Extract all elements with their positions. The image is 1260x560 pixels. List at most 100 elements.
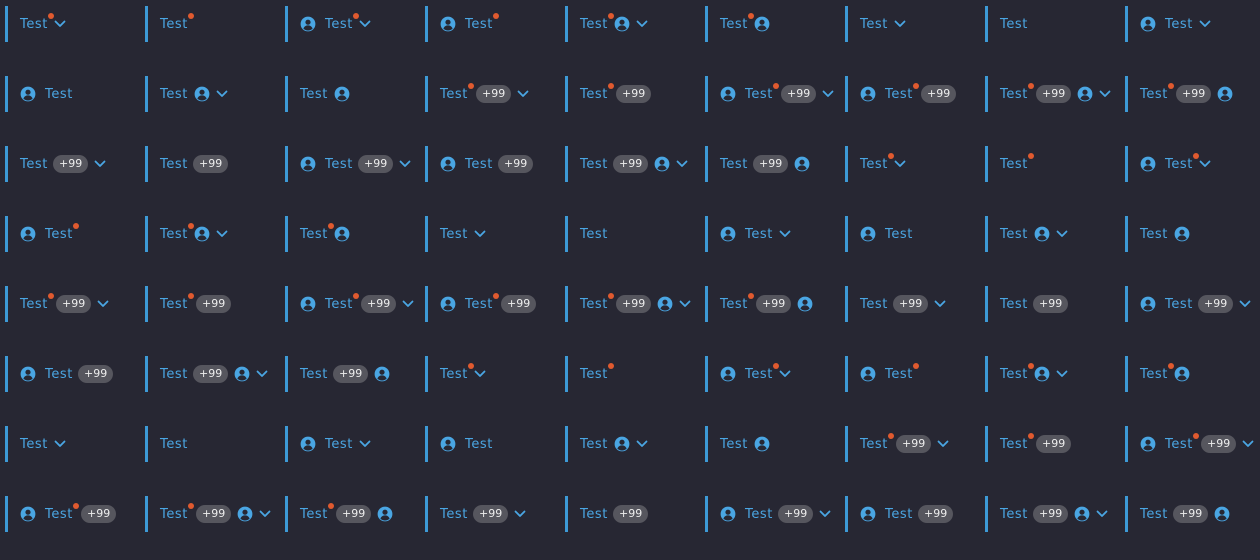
tab[interactable]: Test (1125, 146, 1211, 182)
tab[interactable]: Test (1125, 6, 1211, 42)
chevron-down-icon[interactable] (636, 20, 648, 28)
tab[interactable]: Test +99 (705, 76, 834, 112)
chevron-down-icon[interactable] (517, 90, 529, 98)
chevron-down-icon[interactable] (474, 370, 486, 378)
tab[interactable]: Test (565, 216, 608, 252)
chevron-down-icon[interactable] (779, 370, 791, 378)
chevron-down-icon[interactable] (894, 160, 906, 168)
tab[interactable]: Test +99 (1125, 286, 1251, 322)
tab[interactable]: Test +99 (985, 496, 1108, 532)
chevron-down-icon[interactable] (216, 90, 228, 98)
tab[interactable]: Test +99 (1125, 496, 1230, 532)
tab[interactable]: Test (5, 426, 66, 462)
tab[interactable]: Test (1125, 216, 1190, 252)
tab[interactable]: Test (985, 6, 1028, 42)
chevron-down-icon[interactable] (1199, 20, 1211, 28)
chevron-down-icon[interactable] (259, 510, 271, 518)
tab[interactable]: Test (5, 216, 80, 252)
tab[interactable]: Test +99 (285, 146, 411, 182)
tab[interactable]: Test +99 (705, 146, 810, 182)
chevron-down-icon[interactable] (402, 300, 414, 308)
chevron-down-icon[interactable] (216, 230, 228, 238)
tab[interactable]: Test +99 (5, 356, 114, 392)
tab[interactable]: Test +99 (705, 496, 831, 532)
chevron-down-icon[interactable] (54, 440, 66, 448)
chevron-down-icon[interactable] (937, 440, 949, 448)
tab[interactable]: Test +99 (425, 146, 534, 182)
tab[interactable]: Test (145, 216, 228, 252)
tab[interactable]: Test +99 (985, 76, 1111, 112)
chevron-down-icon[interactable] (822, 90, 834, 98)
tab[interactable]: Test +99 (565, 146, 688, 182)
chevron-down-icon[interactable] (97, 300, 109, 308)
tab[interactable]: Test +99 (985, 286, 1069, 322)
chevron-down-icon[interactable] (1096, 510, 1108, 518)
tab[interactable]: Test +99 (5, 496, 117, 532)
tab[interactable]: Test (425, 216, 486, 252)
chevron-down-icon[interactable] (676, 160, 688, 168)
tab[interactable]: Test +99 (845, 496, 954, 532)
tab[interactable]: Test +99 (145, 146, 229, 182)
tab[interactable]: Test (285, 6, 371, 42)
tab[interactable]: Test +99 (565, 496, 649, 532)
tab[interactable]: Test (1125, 356, 1190, 392)
tab[interactable]: Test +99 (705, 286, 813, 322)
chevron-down-icon[interactable] (679, 300, 691, 308)
tab[interactable]: Test +99 (425, 76, 529, 112)
tab[interactable]: Test (705, 6, 770, 42)
chevron-down-icon[interactable] (514, 510, 526, 518)
chevron-down-icon[interactable] (1199, 160, 1211, 168)
tab[interactable]: Test +99 (1125, 426, 1254, 462)
tab[interactable]: Test +99 (1125, 76, 1233, 112)
chevron-down-icon[interactable] (779, 230, 791, 238)
chevron-down-icon[interactable] (1099, 90, 1111, 98)
tab[interactable]: Test +99 (565, 286, 691, 322)
tab[interactable]: Test (145, 426, 188, 462)
tab[interactable]: Test (985, 216, 1068, 252)
chevron-down-icon[interactable] (934, 300, 946, 308)
chevron-down-icon[interactable] (894, 20, 906, 28)
tab[interactable]: Test +99 (425, 496, 526, 532)
tab[interactable]: Test (985, 146, 1035, 182)
tab[interactable]: Test +99 (845, 426, 949, 462)
tab[interactable]: Test +99 (145, 356, 268, 392)
tab[interactable]: Test (985, 356, 1068, 392)
tab[interactable]: Test (565, 356, 615, 392)
chevron-down-icon[interactable] (636, 440, 648, 448)
chevron-down-icon[interactable] (1056, 230, 1068, 238)
tab[interactable]: Test +99 (5, 286, 109, 322)
tab[interactable]: Test (5, 6, 66, 42)
tab[interactable]: Test (705, 356, 791, 392)
tab[interactable]: Test +99 (145, 286, 232, 322)
tab[interactable]: Test +99 (285, 286, 414, 322)
tab[interactable]: Test +99 (5, 146, 106, 182)
tab[interactable]: Test (145, 6, 195, 42)
tab[interactable]: Test +99 (845, 286, 946, 322)
tab[interactable]: Test (705, 216, 791, 252)
chevron-down-icon[interactable] (1056, 370, 1068, 378)
tab[interactable]: Test +99 (985, 426, 1072, 462)
chevron-down-icon[interactable] (474, 230, 486, 238)
tab[interactable]: Test +99 (845, 76, 957, 112)
chevron-down-icon[interactable] (359, 440, 371, 448)
tab[interactable]: Test (565, 426, 648, 462)
tab[interactable]: Test +99 (145, 496, 271, 532)
tab[interactable]: Test (425, 426, 493, 462)
chevron-down-icon[interactable] (359, 20, 371, 28)
chevron-down-icon[interactable] (1239, 300, 1251, 308)
chevron-down-icon[interactable] (256, 370, 268, 378)
tab[interactable]: Test (565, 6, 648, 42)
tab[interactable]: Test (425, 6, 500, 42)
tab[interactable]: Test (845, 6, 906, 42)
chevron-down-icon[interactable] (399, 160, 411, 168)
chevron-down-icon[interactable] (94, 160, 106, 168)
tab[interactable]: Test (425, 356, 486, 392)
tab[interactable]: Test (845, 146, 906, 182)
tab[interactable]: Test (5, 76, 73, 112)
chevron-down-icon[interactable] (819, 510, 831, 518)
tab[interactable]: Test +99 (285, 356, 390, 392)
tab[interactable]: Test +99 (565, 76, 652, 112)
tab[interactable]: Test +99 (285, 496, 393, 532)
chevron-down-icon[interactable] (1242, 440, 1254, 448)
tab[interactable]: Test (145, 76, 228, 112)
